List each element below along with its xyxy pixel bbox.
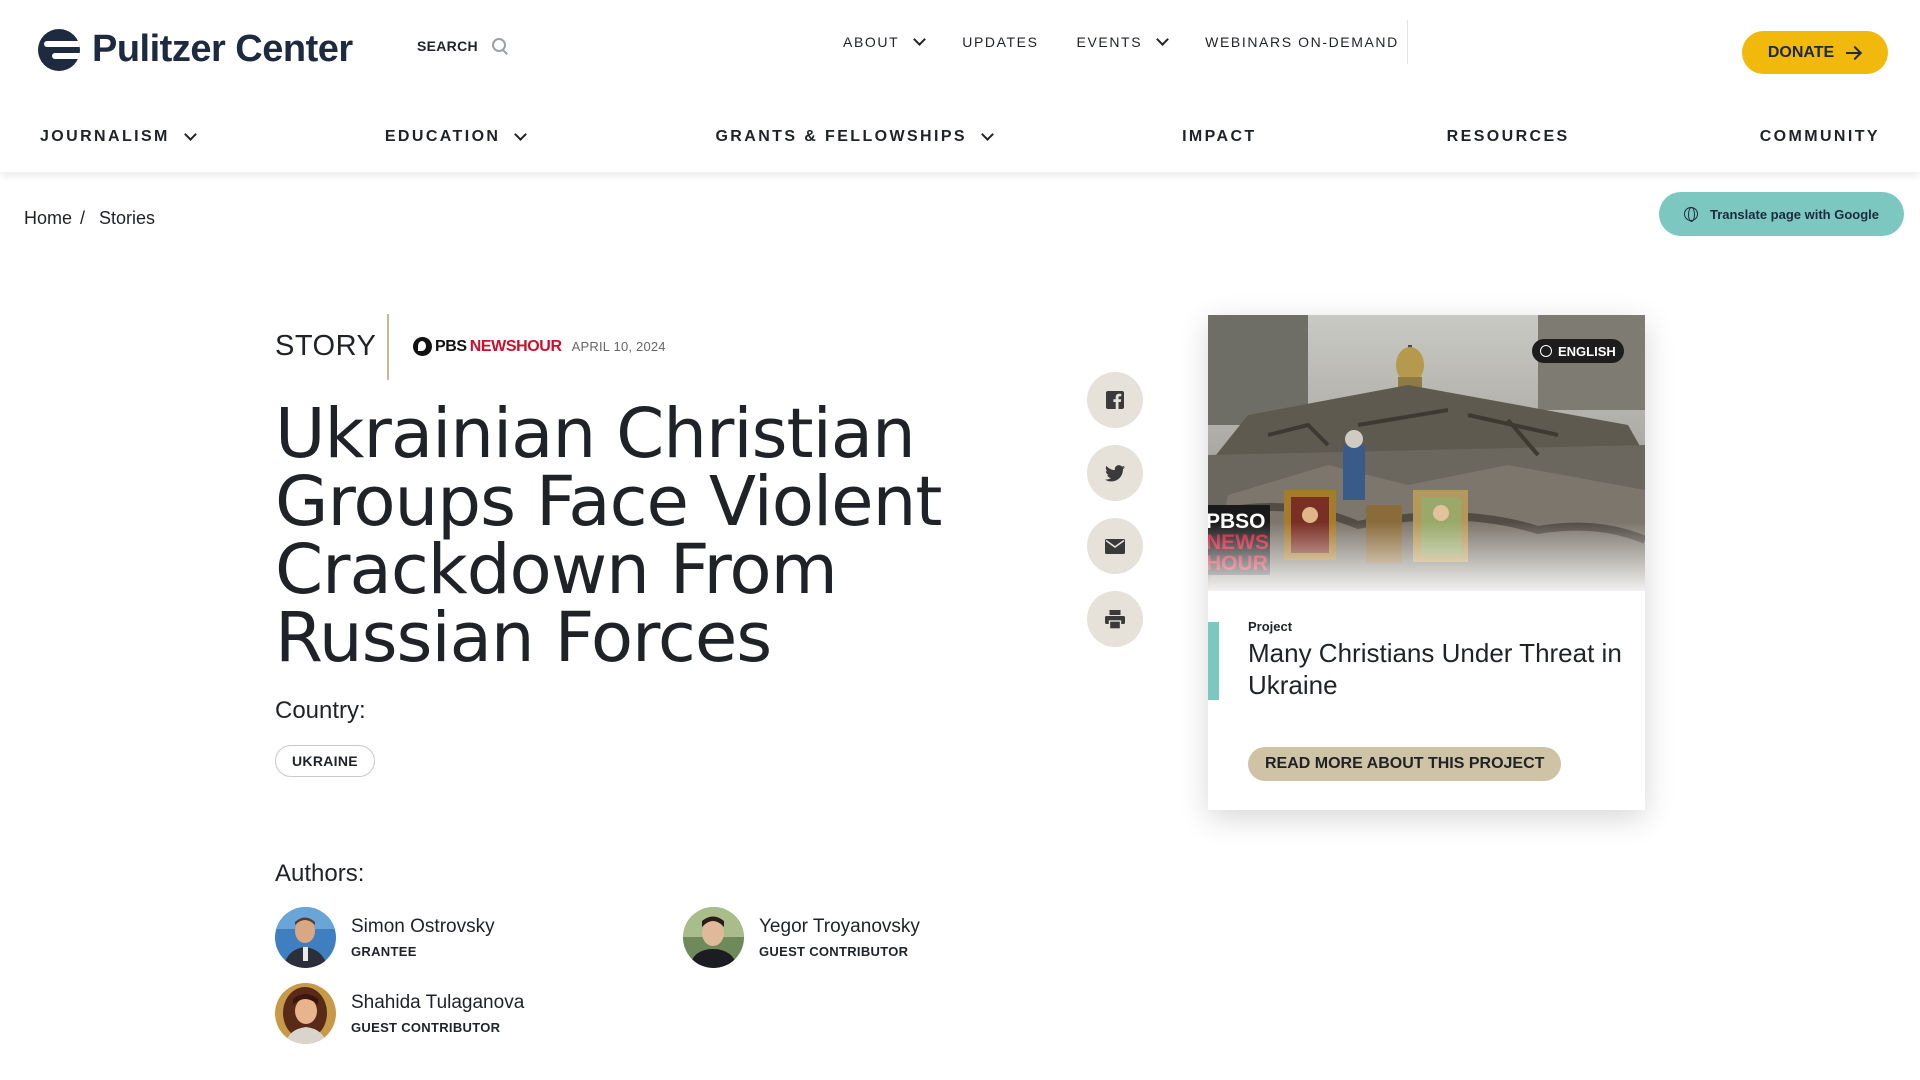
main-nav-resources[interactable]: RESOURCES [1447, 128, 1570, 146]
breadcrumb: Home / Stories [24, 208, 155, 229]
donate-button[interactable]: DONATE [1742, 31, 1888, 74]
project-title[interactable]: Many Christians Under Threat in Ukraine [1248, 637, 1628, 701]
share-twitter-button[interactable] [1087, 445, 1143, 501]
search-label: SEARCH [417, 38, 478, 54]
print-button[interactable] [1087, 591, 1143, 647]
language-label: ENGLISH [1558, 343, 1616, 359]
article-source: PBS NEWSHOUR APRIL 10, 2024 [413, 337, 666, 356]
author-role: GRANTEE [351, 944, 417, 959]
print-icon [1105, 609, 1125, 629]
email-icon [1105, 538, 1125, 554]
author-role: GUEST CONTRIBUTOR [351, 1020, 501, 1035]
nav-divider [1407, 20, 1408, 64]
main-nav-label: IMPACT [1182, 128, 1257, 145]
chevron-down-icon [1156, 33, 1170, 46]
arrow-right-icon [1846, 46, 1862, 60]
main-nav-label: EDUCATION [384, 128, 501, 145]
article-type: STORY [275, 330, 377, 362]
top-nav-label: UPDATES [962, 34, 1039, 50]
chevron-down-icon [913, 33, 927, 46]
author-yegor-troyanovsky[interactable]: Yegor Troyanovsky GUEST CONTRIBUTOR [683, 907, 920, 968]
top-nav-label: WEBINARS ON-DEMAND [1205, 34, 1399, 50]
main-nav-education[interactable]: EDUCATION [384, 128, 528, 146]
globe-icon [1540, 345, 1552, 357]
main-nav-label: RESOURCES [1446, 128, 1570, 145]
language-badge: ENGLISH [1532, 339, 1624, 363]
main-nav: JOURNALISM EDUCATION GRANTS & FELLOWSHIP… [40, 128, 1880, 146]
type-divider [387, 314, 389, 380]
project-image[interactable]: PBSO NEWS HOUR ENGLISH [1208, 315, 1645, 591]
author-name: Shahida Tulaganova [351, 992, 525, 1013]
author-shahida-tulaganova[interactable]: Shahida Tulaganova GUEST CONTRIBUTOR [275, 983, 524, 1044]
breadcrumb-separator: / [80, 208, 86, 228]
author-role: GUEST CONTRIBUTOR [759, 944, 909, 959]
main-nav-impact[interactable]: IMPACT [1182, 128, 1257, 146]
logo-text: Pulitzer Center [92, 28, 353, 70]
card-accent-bar [1208, 622, 1219, 700]
pbs-head-icon [413, 337, 432, 356]
article-title: Ukrainian Christian Groups Face Violent … [275, 394, 942, 678]
main-nav-label: JOURNALISM [40, 128, 170, 145]
avatar [275, 907, 336, 968]
twitter-icon [1105, 464, 1125, 481]
globe-icon [1683, 207, 1698, 222]
translate-label: Translate page with Google [1709, 206, 1880, 222]
top-nav-about[interactable]: ABOUT [843, 33, 927, 50]
share-bar [1087, 372, 1143, 647]
main-nav-label: GRANTS & FELLOWSHIPS [715, 128, 967, 145]
top-nav-webinars[interactable]: WEBINARS ON-DEMAND [1205, 34, 1399, 50]
newshour-text: NEWSHOUR [469, 337, 562, 355]
pulitzer-logo-mark-icon [38, 28, 80, 71]
read-more-project-button[interactable]: READ MORE ABOUT THIS PROJECT [1248, 747, 1562, 781]
site-header: Pulitzer Center SEARCH ABOUT UPDATES EVE… [0, 0, 1920, 172]
author-simon-ostrovsky[interactable]: Simon Ostrovsky GRANTEE [275, 907, 495, 968]
pulitzer-logo[interactable]: Pulitzer Center [38, 28, 353, 71]
share-email-button[interactable] [1087, 518, 1143, 574]
pbs-newshour-logo[interactable]: PBS NEWSHOUR [413, 337, 562, 356]
author-name: Simon Ostrovsky [351, 916, 495, 937]
chevron-down-icon [514, 128, 528, 141]
chevron-down-icon [981, 128, 994, 141]
search-icon [491, 38, 508, 54]
share-facebook-button[interactable] [1087, 372, 1143, 428]
top-nav-label: EVENTS [1076, 34, 1143, 50]
main-nav-community[interactable]: COMMUNITY [1760, 128, 1880, 146]
avatar [683, 907, 744, 968]
breadcrumb-home[interactable]: Home [24, 208, 72, 229]
translate-button[interactable]: Translate page with Google [1659, 192, 1904, 236]
main-nav-label: COMMUNITY [1759, 128, 1880, 145]
top-nav-events[interactable]: EVENTS [1076, 33, 1170, 50]
project-card: PBSO NEWS HOUR ENGLISH Project Many Chri… [1208, 315, 1645, 810]
top-nav: ABOUT UPDATES EVENTS WEBINARS ON-DEMAND [843, 33, 1437, 50]
chevron-down-icon [183, 128, 197, 141]
country-label: Country: [275, 697, 366, 724]
card-kicker: Project [1248, 619, 1293, 634]
authors-label: Authors: [275, 860, 365, 887]
donate-label: DONATE [1767, 43, 1835, 61]
country-tag-ukraine[interactable]: UKRAINE [275, 745, 375, 777]
author-name: Yegor Troyanovsky [759, 916, 920, 937]
search-button[interactable]: SEARCH [417, 38, 508, 54]
breadcrumb-current: Stories [99, 208, 156, 228]
facebook-icon [1106, 391, 1124, 409]
main-nav-journalism[interactable]: JOURNALISM [40, 128, 197, 146]
pbs-text: PBS [435, 337, 467, 355]
avatar [275, 983, 336, 1044]
publish-date: APRIL 10, 2024 [571, 339, 666, 354]
main-nav-grants-fellowships[interactable]: GRANTS & FELLOWSHIPS [715, 128, 994, 146]
top-nav-updates[interactable]: UPDATES [962, 34, 1038, 50]
top-nav-label: ABOUT [843, 34, 900, 50]
